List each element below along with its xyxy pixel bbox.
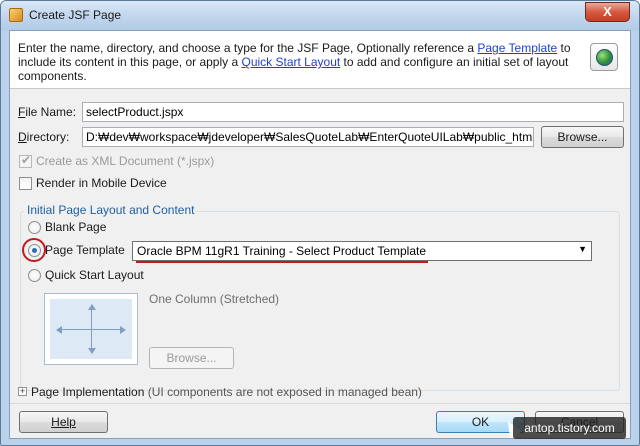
expand-icon[interactable]: +: [18, 387, 27, 396]
quick-start-description: One Column (Stretched): [149, 292, 280, 306]
page-implementation-label: Page Implementation: [31, 385, 145, 399]
description-header: Enter the name, directory, and choose a …: [10, 31, 630, 89]
mobile-device-label: Render in Mobile Device: [36, 176, 167, 190]
checkmark-icon: ✔: [21, 153, 32, 167]
file-name-input[interactable]: selectProduct.jspx: [82, 102, 624, 122]
blank-page-radio[interactable]: [28, 221, 41, 234]
quick-start-layout-link[interactable]: Quick Start Layout: [241, 55, 340, 69]
directory-input[interactable]: D:₩dev₩workspace₩jdeveloper₩SalesQuoteLa…: [82, 127, 534, 147]
quick-start-label: Quick Start Layout: [45, 268, 144, 282]
footer-divider: [10, 403, 630, 404]
directory-label: Directory:: [18, 130, 70, 144]
help-button[interactable]: Help: [19, 411, 108, 433]
layout-group-title: Initial Page Layout and Content: [24, 203, 198, 217]
title-bar[interactable]: Create JSF Page X: [1, 1, 639, 30]
layout-preview-thumbnail[interactable]: [44, 293, 138, 365]
page-template-radio[interactable]: [28, 244, 41, 257]
description-text: Enter the name, directory, and choose a …: [18, 41, 578, 83]
page-template-select[interactable]: Oracle BPM 11gR1 Training - Select Produ…: [132, 241, 592, 261]
quick-start-radio[interactable]: [28, 269, 41, 282]
file-name-label: File Name:: [18, 105, 77, 119]
browse-directory-button[interactable]: Browse...: [541, 126, 624, 148]
xml-document-label: Create as XML Document (*.jspx): [36, 154, 215, 168]
globe-icon: [590, 43, 618, 71]
dialog-window: Create JSF Page X Enter the name, direct…: [0, 0, 640, 446]
xml-document-checkbox[interactable]: ✔: [19, 153, 32, 168]
blank-page-label: Blank Page: [45, 220, 107, 234]
close-button[interactable]: X: [585, 2, 630, 22]
dropdown-arrow-icon: ▼: [578, 244, 587, 254]
dialog-body: Enter the name, directory, and choose a …: [9, 30, 631, 439]
page-implementation-note: (UI components are not exposed in manage…: [144, 385, 422, 399]
window-title: Create JSF Page: [29, 8, 122, 22]
mobile-device-checkbox[interactable]: [19, 177, 32, 190]
description-part-1: Enter the name, directory, and choose a …: [18, 41, 478, 55]
page-template-label: Page Template: [45, 243, 125, 257]
app-icon: [9, 8, 23, 22]
browse-layout-button[interactable]: Browse...: [149, 347, 234, 369]
annotation-underline: [136, 261, 428, 263]
page-template-selected: Oracle BPM 11gR1 Training - Select Produ…: [137, 244, 427, 258]
watermark: antop.tistory.com: [513, 417, 626, 439]
page-template-link[interactable]: Page Template: [477, 41, 557, 55]
page-implementation-row[interactable]: Page Implementation (UI components are n…: [31, 385, 422, 399]
